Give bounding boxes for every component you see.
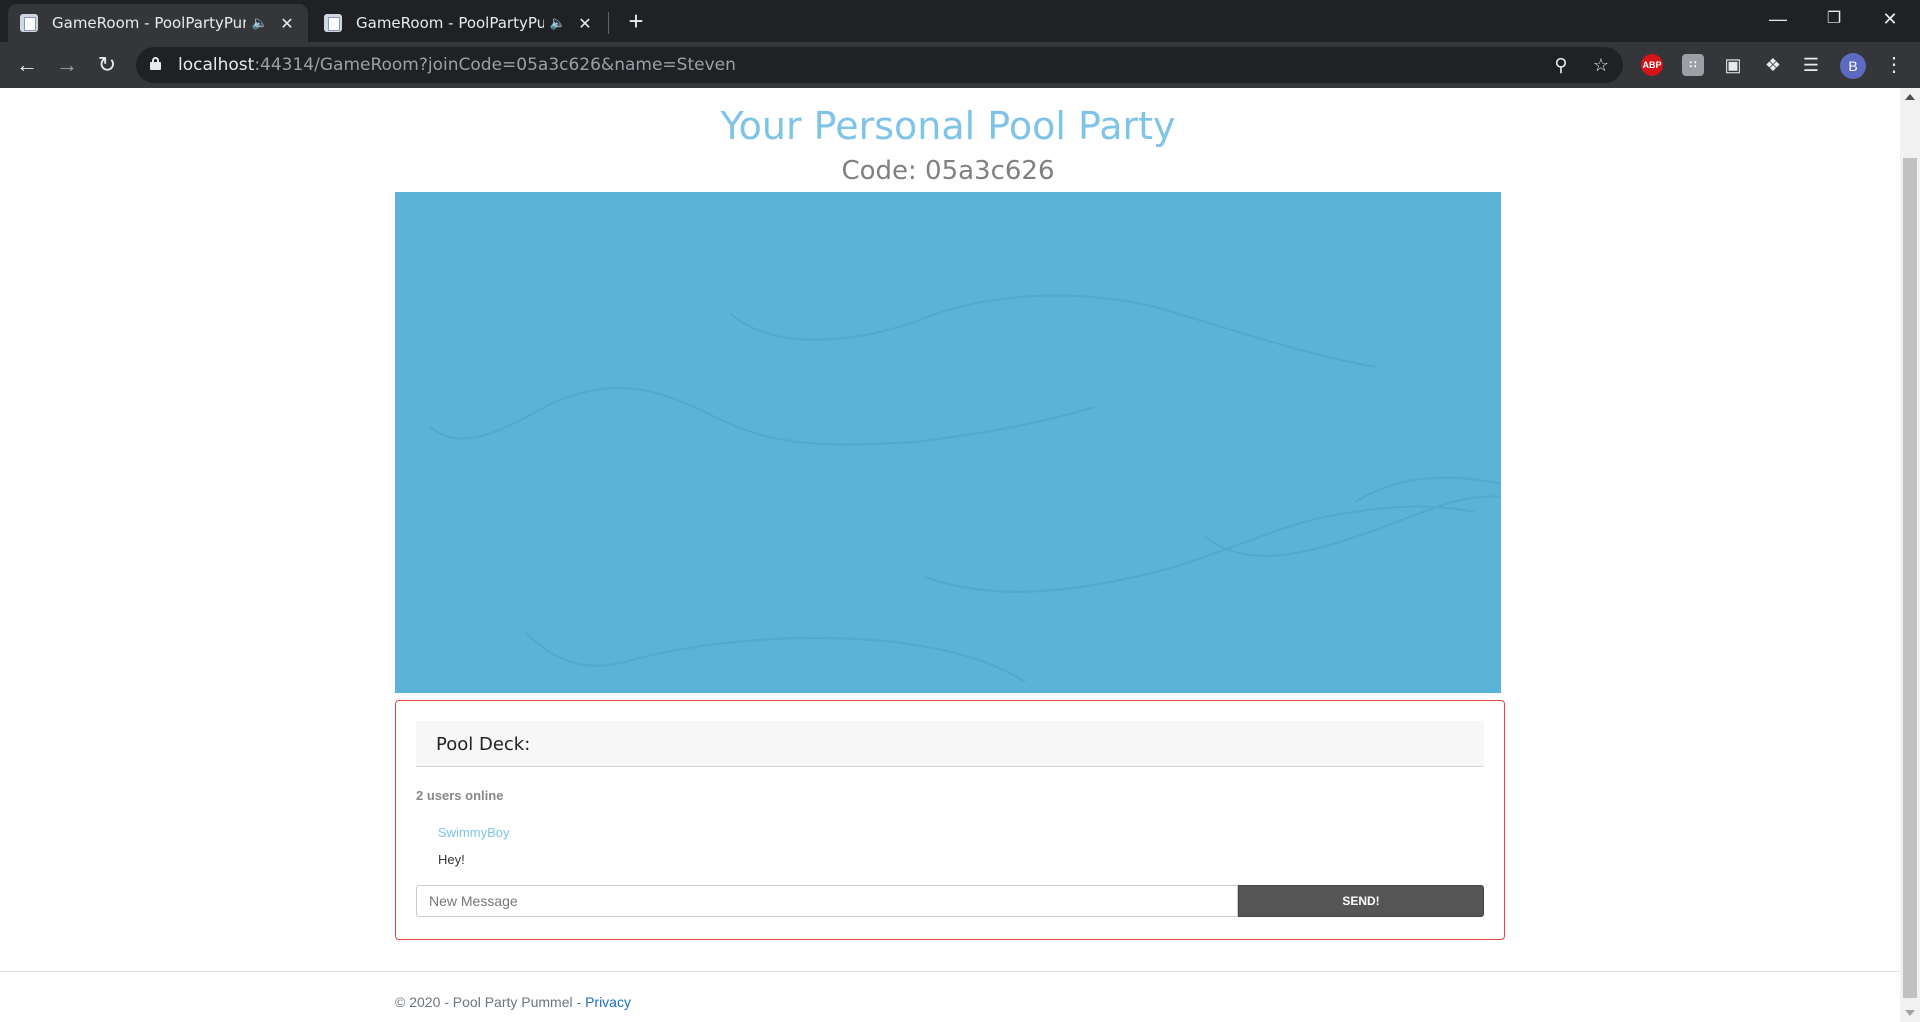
footer: © 2020 - Pool Party Pummel - Privacy (395, 994, 631, 1010)
close-tab-icon[interactable]: ✕ (576, 14, 594, 33)
minimize-window-icon[interactable]: — (1750, 0, 1806, 38)
page-favicon-icon (20, 14, 38, 32)
forward-arrow-icon[interactable]: → (52, 50, 82, 80)
scroll-down-icon[interactable] (1905, 1010, 1915, 1016)
scroll-up-icon[interactable] (1905, 94, 1915, 100)
footer-divider (0, 971, 1900, 972)
privacy-link[interactable]: Privacy (585, 994, 631, 1010)
audio-playing-icon[interactable]: 🔈 (252, 16, 268, 31)
browser-tabstrip: GameRoom - PoolPartyPummel 🔈 ✕ GameRoom … (0, 0, 1920, 42)
pool-deck-chat: Pool Deck: 2 users online SwimmyBoy Hey!… (395, 700, 1505, 940)
close-window-icon[interactable]: ✕ (1862, 0, 1918, 38)
close-tab-icon[interactable]: ✕ (278, 14, 296, 33)
restore-window-icon[interactable]: ❐ (1806, 0, 1862, 38)
message-text: Hey! (438, 852, 465, 867)
bookmark-star-icon[interactable]: ☆ (1590, 54, 1612, 76)
tab-gameroom-active[interactable]: GameRoom - PoolPartyPummel 🔈 ✕ (8, 4, 308, 42)
audio-playing-icon[interactable]: 🔈 (550, 16, 566, 31)
back-arrow-icon[interactable]: ← (12, 50, 42, 80)
page-scrollbar[interactable] (1900, 88, 1920, 1022)
send-message-button[interactable]: SEND! (1238, 885, 1484, 917)
tab-separator (608, 12, 609, 34)
puzzle-extensions-icon[interactable]: ❖ (1762, 54, 1784, 76)
pool-deck-header: Pool Deck: (416, 721, 1484, 767)
extension-icon[interactable]: ∷ (1682, 54, 1704, 76)
browser-toolbar: ← → ↻ localhost:44314/GameRoom?joinCode=… (0, 42, 1920, 88)
page-content: Your Personal Pool Party Code: 05a3c626 … (0, 88, 1900, 1022)
address-bar[interactable]: localhost:44314/GameRoom?joinCode=05a3c6… (136, 47, 1623, 83)
new-tab-icon[interactable]: + (622, 8, 650, 36)
pool-deck-title: Pool Deck: (436, 734, 531, 755)
menu-dots-icon[interactable]: ⋮ (1884, 52, 1904, 78)
reload-icon[interactable]: ↻ (92, 50, 122, 80)
media-control-icon[interactable]: ☰ (1800, 54, 1822, 76)
adblock-extension-icon[interactable]: ABP (1641, 54, 1663, 76)
tab-title: GameRoom - PoolPartyPummel (52, 14, 246, 32)
profile-avatar[interactable]: B (1840, 53, 1866, 79)
page-title: Your Personal Pool Party (720, 104, 1176, 148)
lock-icon[interactable] (150, 57, 161, 70)
url-text[interactable]: localhost:44314/GameRoom?joinCode=05a3c6… (178, 55, 736, 75)
footer-copyright: © 2020 - Pool Party Pummel - (395, 994, 586, 1010)
join-code: Code: 05a3c626 (841, 156, 1055, 186)
zoom-icon[interactable]: ⚲ (1550, 54, 1572, 76)
new-message-input[interactable] (416, 885, 1238, 917)
water-ripples (429, 294, 1501, 683)
pool-game-canvas[interactable] (395, 192, 1501, 693)
users-online-count: 2 users online (416, 788, 504, 803)
tab-gameroom-second[interactable]: GameRoom - PoolPartyPummel 🔈 ✕ (312, 4, 606, 42)
scrollbar-thumb[interactable] (1903, 158, 1917, 998)
message-author: SwimmyBoy (438, 825, 510, 840)
folder-extension-icon[interactable]: ▣ (1722, 54, 1744, 76)
tab-title: GameRoom - PoolPartyPummel (356, 14, 544, 32)
page-favicon-icon (324, 14, 342, 32)
